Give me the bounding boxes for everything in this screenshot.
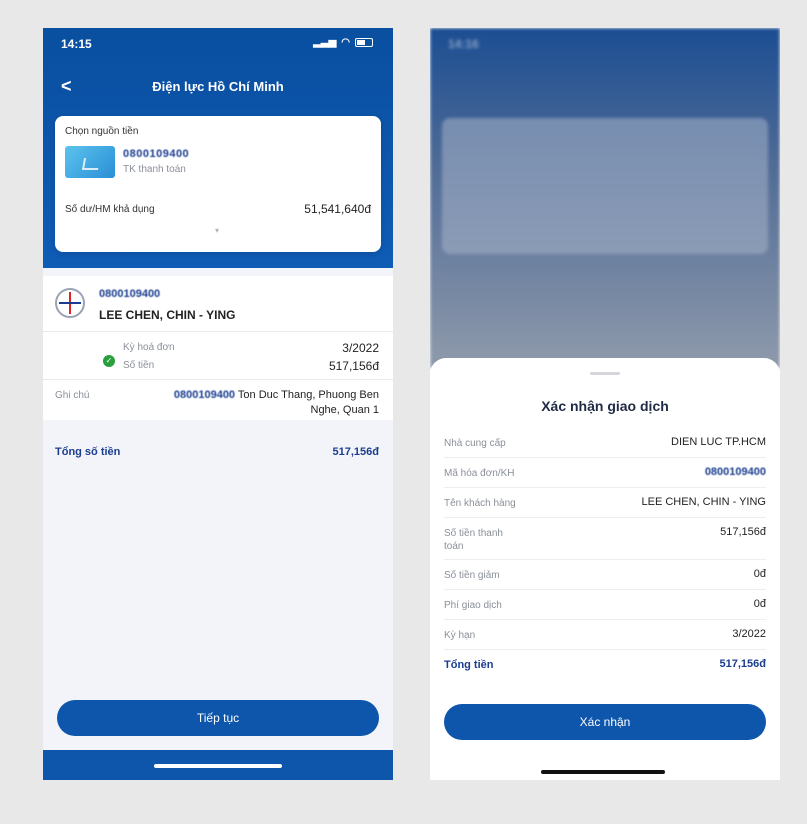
- nav-bar: < Điện lực Hồ Chí Minh: [43, 72, 393, 102]
- dimmed-card: [442, 118, 768, 254]
- account-number: 0800109400: [123, 148, 190, 160]
- status-bar: 14:15 ▂▃▅ ◠: [43, 28, 393, 58]
- detail-label: Kỳ hạn: [444, 630, 476, 641]
- period-value: 3/2022: [342, 341, 379, 355]
- account-type: TK thanh toán: [123, 164, 186, 175]
- confirm-button[interactable]: Xác nhận: [444, 704, 766, 740]
- detail-value: 0800109400: [704, 466, 766, 478]
- wifi-icon: ◠: [341, 37, 350, 48]
- bill-section: 0800109400 LEE CHEN, CHIN - YING ✓ Kỳ ho…: [43, 276, 393, 420]
- battery-icon: [355, 38, 373, 47]
- home-indicator[interactable]: [154, 764, 282, 768]
- detail-label: Tên khách hàng: [444, 498, 516, 509]
- total-label: Tổng số tiền: [55, 446, 121, 458]
- note-row: Ghi chú 0800109400 Ton Duc Thang, Phuong…: [43, 380, 393, 420]
- detail-value: 0đ: [753, 598, 766, 610]
- detail-row-amount: Số tiền thanh toán 517,156đ: [444, 518, 766, 560]
- detail-label: Số tiền thanh toán: [444, 528, 503, 552]
- sheet-title: Xác nhận giao dịch: [541, 398, 669, 414]
- balance-value: 51,541,640đ: [304, 202, 371, 216]
- dimmed-background: 14:16: [430, 28, 780, 368]
- home-indicator[interactable]: [541, 770, 665, 774]
- note-address: Ton Duc Thang, Phuong Ben Nghe, Quan 1: [237, 389, 379, 416]
- customer-row: 0800109400 LEE CHEN, CHIN - YING: [43, 276, 393, 332]
- detail-value: LEE CHEN, CHIN - YING: [641, 496, 767, 508]
- detail-label: Số tiền giảm: [444, 570, 500, 581]
- total-row: Tổng số tiền 517,156đ: [43, 442, 393, 466]
- detail-value: 0đ: [753, 568, 766, 580]
- detail-value: 3/2022: [732, 628, 766, 640]
- note-label: Ghi chú: [55, 390, 90, 401]
- sheet-grabber[interactable]: [590, 372, 620, 375]
- note-code: 0800109400: [173, 389, 236, 401]
- customer-code: 0800109400: [99, 288, 161, 300]
- note-value: 0800109400 Ton Duc Thang, Phuong Ben Ngh…: [159, 388, 379, 418]
- detail-row-fee: Phí giao dịch 0đ: [444, 590, 766, 620]
- detail-row-provider: Nhà cung cấp DIEN LUC TP.HCM: [444, 428, 766, 458]
- check-circle-icon[interactable]: ✓: [103, 355, 115, 367]
- customer-name: LEE CHEN, CHIN - YING: [99, 308, 236, 322]
- detail-value: 517,156đ: [719, 658, 766, 670]
- detail-label: Nhà cung cấp: [444, 438, 506, 449]
- detail-label: Phí giao dịch: [444, 600, 502, 611]
- status-icons: ▂▃▅ ◠: [313, 37, 373, 48]
- balance-label: Số dư/HM khả dụng: [65, 204, 155, 215]
- continue-button[interactable]: Tiếp tục: [57, 700, 379, 736]
- amount-label: Số tiền: [123, 360, 155, 371]
- payment-screen: 14:15 ▂▃▅ ◠ < Điện lực Hồ Chí Minh Chọn …: [43, 28, 393, 780]
- detail-row-customer: Tên khách hàng LEE CHEN, CHIN - YING: [444, 488, 766, 518]
- status-time-dimmed: 14:16: [448, 37, 479, 51]
- confirm-sheet: Xác nhận giao dịch Nhà cung cấp DIEN LUC…: [430, 358, 780, 780]
- confirm-screen: 14:16 Xác nhận giao dịch Nhà cung cấp DI…: [430, 28, 780, 780]
- amount-value: 517,156đ: [328, 359, 379, 373]
- detail-list: Nhà cung cấp DIEN LUC TP.HCM Mã hóa đơn/…: [444, 428, 766, 680]
- detail-row-total: Tổng tiền 517,156đ: [444, 650, 766, 680]
- bank-card-icon: [65, 146, 115, 178]
- detail-value: DIEN LUC TP.HCM: [671, 436, 766, 448]
- footer-bar: [43, 750, 393, 780]
- funding-source-card[interactable]: Chọn nguồn tiền 0800109400 TK thanh toán…: [55, 116, 381, 252]
- status-time: 14:15: [61, 37, 92, 51]
- chevron-down-icon[interactable]: ▾: [215, 226, 219, 235]
- period-label: Kỳ hoá đơn: [123, 342, 175, 353]
- evn-logo-icon: [55, 288, 85, 318]
- detail-label: Mã hóa đơn/KH: [444, 468, 515, 479]
- total-value: 517,156đ: [332, 446, 379, 458]
- bill-period-row[interactable]: ✓ Kỳ hoá đơn Số tiền 3/2022 517,156đ: [43, 332, 393, 380]
- detail-row-period: Kỳ hạn 3/2022: [444, 620, 766, 650]
- detail-value: 517,156đ: [720, 526, 766, 538]
- detail-row-bill-code: Mã hóa đơn/KH 0800109400: [444, 458, 766, 488]
- signal-icon: ▂▃▅: [313, 37, 337, 48]
- page-title: Điện lực Hồ Chí Minh: [152, 79, 284, 94]
- funding-source-label: Chọn nguồn tiền: [65, 126, 139, 137]
- detail-label: Tổng tiền: [444, 659, 494, 671]
- detail-row-discount: Số tiền giảm 0đ: [444, 560, 766, 590]
